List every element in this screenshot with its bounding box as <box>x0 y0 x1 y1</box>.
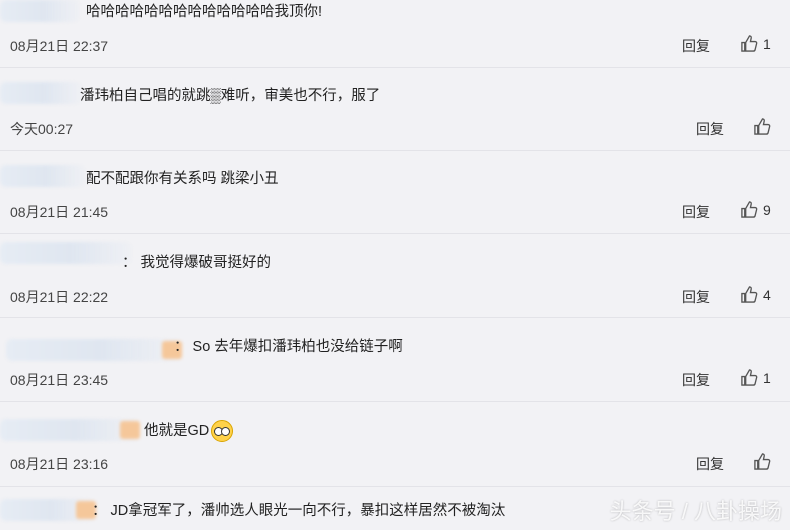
username-blurred <box>0 165 85 187</box>
reply-button[interactable]: 回复 <box>682 287 710 307</box>
username-blurred <box>0 419 140 441</box>
comment-item: 潘玮柏自己唱的就跳▒难听，审美也不行，服了 今天00:27 回复 <box>0 68 790 151</box>
glasses-emoji-icon <box>211 420 234 442</box>
reply-button[interactable]: 回复 <box>682 370 710 390</box>
like-count: 4 <box>763 286 771 303</box>
comment-text: 他就是GD <box>144 420 234 442</box>
like-button[interactable] <box>753 117 776 136</box>
like-button[interactable]: 4 <box>740 285 771 304</box>
thumbs-up-icon <box>741 35 758 52</box>
comment-time: 08月21日 22:37 <box>10 38 109 54</box>
like-button[interactable]: 9 <box>740 200 771 219</box>
reply-button[interactable]: 回复 <box>682 202 710 222</box>
reply-button[interactable]: 回复 <box>696 454 724 474</box>
comment-text-content: 他就是GD <box>144 422 210 439</box>
like-button[interactable]: 1 <box>740 34 771 53</box>
comment-time: 08月21日 23:45 <box>10 372 109 388</box>
comment-item: ： 我觉得爆破哥挺好的 08月21日 22:22 回复 4 <box>0 234 790 318</box>
thumbs-up-icon <box>754 118 771 135</box>
comment-text: 潘玮柏自己唱的就跳▒难听，审美也不行，服了 <box>80 88 381 104</box>
username-blurred <box>0 0 80 22</box>
comment-time: 08月21日 22:22 <box>10 289 109 305</box>
comment-item: 他就是GD 08月21日 23:16 回复 <box>0 402 790 487</box>
thumbs-up-icon <box>754 453 771 470</box>
comment-text: ： 我觉得爆破哥挺好的 <box>122 255 272 271</box>
comment-text: ： So 去年爆扣潘玮柏也没给链子啊 <box>174 339 403 355</box>
comment-item: ： So 去年爆扣潘玮柏也没给链子啊 08月21日 23:45 回复 1 <box>0 318 790 402</box>
username-blurred <box>0 242 132 264</box>
like-count: 1 <box>763 369 771 386</box>
comment-time: 08月21日 21:45 <box>10 204 109 220</box>
username-blurred <box>0 82 82 104</box>
thumbs-up-icon <box>741 201 758 218</box>
comment-text: 哈哈哈哈哈哈哈哈哈哈哈哈哈我顶你! <box>86 4 323 20</box>
reply-button[interactable]: 回复 <box>696 119 724 139</box>
like-button[interactable]: 1 <box>740 368 771 387</box>
thumbs-up-icon <box>741 369 758 386</box>
comment-feed: 哈哈哈哈哈哈哈哈哈哈哈哈哈我顶你! 08月21日 22:37 回复 1 潘玮柏自… <box>0 0 790 530</box>
comment-time: 08月21日 23:16 <box>10 456 109 472</box>
reply-button[interactable]: 回复 <box>682 36 710 56</box>
comment-item: 哈哈哈哈哈哈哈哈哈哈哈哈哈我顶你! 08月21日 22:37 回复 1 <box>0 0 790 68</box>
like-count: 1 <box>763 35 771 52</box>
username-blurred <box>0 499 96 521</box>
comment-text: 配不配跟你有关系吗 跳梁小丑 <box>86 171 279 187</box>
comment-item: 配不配跟你有关系吗 跳梁小丑 08月21日 21:45 回复 9 <box>0 151 790 234</box>
like-count: 9 <box>763 201 771 218</box>
like-button[interactable] <box>753 452 776 471</box>
comment-time: 今天00:27 <box>10 121 74 137</box>
username-blurred <box>6 339 182 361</box>
thumbs-up-icon <box>741 286 758 303</box>
watermark: 头条号 / 八卦操场 <box>609 499 782 524</box>
comment-text: ： JD拿冠军了，潘帅选人眼光一向不行，暴扣这样居然不被淘汰 <box>92 503 506 519</box>
